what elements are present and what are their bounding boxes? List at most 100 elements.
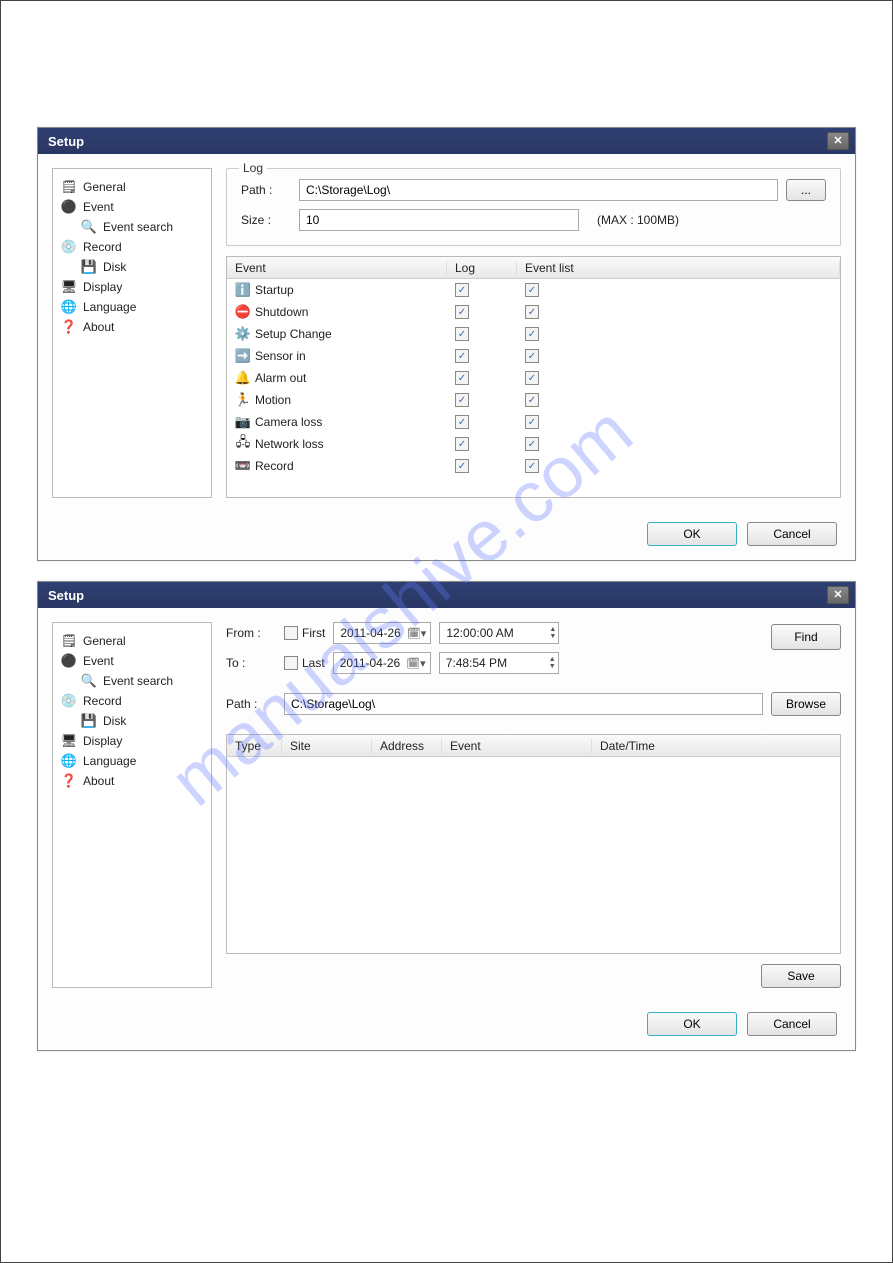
nav-item-event[interactable]: ⚫Event: [59, 651, 205, 671]
path-label: Path :: [226, 697, 276, 711]
about-icon: ❓: [61, 773, 77, 789]
eventlist-checkbox[interactable]: ✓: [525, 393, 539, 407]
log-checkbox[interactable]: ✓: [455, 393, 469, 407]
last-label: Last: [302, 656, 325, 670]
eventlist-checkbox[interactable]: ✓: [525, 349, 539, 363]
log-checkbox[interactable]: ✓: [455, 283, 469, 297]
log-checkbox[interactable]: ✓: [455, 349, 469, 363]
close-button[interactable]: ✕: [827, 132, 849, 150]
save-button[interactable]: Save: [761, 964, 841, 988]
window-title: Setup: [48, 134, 84, 149]
nav-item-display[interactable]: 🖥 Display: [59, 731, 205, 751]
event-name: Sensor in: [255, 349, 306, 363]
record-icon: 📼: [235, 458, 251, 474]
col-type[interactable]: Type: [227, 739, 282, 753]
browse-button[interactable]: Browse: [771, 692, 841, 716]
log-checkbox[interactable]: ✓: [455, 459, 469, 473]
log-checkbox[interactable]: ✓: [455, 327, 469, 341]
to-time-value: 7:48:54 PM: [446, 656, 543, 670]
event-icon: ⚫: [61, 199, 77, 215]
nav-item-language[interactable]: 🌐Language: [59, 751, 205, 771]
event-row-network-loss: 🖧Network loss✓✓: [227, 433, 840, 455]
calendar-icon: 🗓▾: [407, 627, 427, 640]
nav-item-general[interactable]: 🗒General: [59, 631, 205, 651]
event-name: Shutdown: [255, 305, 308, 319]
event-row-sensor-in: ➡️Sensor in✓✓: [227, 345, 840, 367]
cancel-button[interactable]: Cancel: [747, 1012, 837, 1036]
nav-tree: 🗒 General ⚫Event🔍Event search💿Record💾Disk🖥…: [52, 168, 212, 498]
nav-item-about[interactable]: ❓About: [59, 317, 205, 337]
log-legend: Log: [239, 161, 267, 175]
event-table-header: Event Log Event list: [227, 257, 840, 279]
general-icon: 🗒: [61, 179, 77, 195]
path-input[interactable]: [284, 693, 763, 715]
nav-label: Record: [83, 240, 122, 254]
shutdown-icon: ⛔: [235, 304, 251, 320]
nav-item-about[interactable]: ❓About: [59, 771, 205, 791]
nav-label: Display: [83, 280, 122, 294]
first-checkbox[interactable]: First: [284, 626, 325, 640]
find-button[interactable]: Find: [771, 624, 841, 650]
event-row-camera-loss: 📷Camera loss✓✓: [227, 411, 840, 433]
to-date-picker[interactable]: 2011-04-26 🗓▾: [333, 652, 431, 674]
nav-label: General: [83, 634, 126, 648]
nav-item-disk[interactable]: 💾Disk: [59, 257, 205, 277]
nav-item-display[interactable]: 🖥Display: [59, 277, 205, 297]
nav-label: Language: [83, 300, 136, 314]
close-button[interactable]: ✕: [827, 586, 849, 604]
log-checkbox[interactable]: ✓: [455, 437, 469, 451]
ok-button[interactable]: OK: [647, 1012, 737, 1036]
to-time-spinner[interactable]: 7:48:54 PM ▲▼: [439, 652, 559, 674]
nav-item-event-search[interactable]: 🔍Event search: [59, 671, 205, 691]
log-checkbox[interactable]: ✓: [455, 415, 469, 429]
col-log[interactable]: Log: [447, 261, 517, 275]
nav-label: Display: [83, 734, 122, 748]
nav-item-record[interactable]: 💿Record: [59, 691, 205, 711]
from-time-spinner[interactable]: 12:00:00 AM ▲▼: [439, 622, 559, 644]
eventlist-checkbox[interactable]: ✓: [525, 327, 539, 341]
size-note: (MAX : 100MB): [597, 213, 679, 227]
eventlist-checkbox[interactable]: ✓: [525, 415, 539, 429]
setup-window-event: Setup ✕ 🗒General⚫Event🔍Event search💿Reco…: [37, 127, 856, 561]
nav-item-event-search[interactable]: 🔍Event search: [59, 217, 205, 237]
nav-label: Event search: [103, 220, 173, 234]
size-input[interactable]: [299, 209, 579, 231]
event-name: Camera loss: [255, 415, 322, 429]
spinner-arrows-icon: ▲▼: [549, 656, 556, 670]
display-icon: 🖥: [61, 733, 77, 749]
eventlist-checkbox[interactable]: ✓: [525, 371, 539, 385]
nav-item-language[interactable]: 🌐Language: [59, 297, 205, 317]
from-date-value: 2011-04-26: [340, 626, 401, 640]
path-input[interactable]: [299, 179, 778, 201]
log-checkbox[interactable]: ✓: [455, 371, 469, 385]
col-site[interactable]: Site: [282, 739, 372, 753]
network-loss-icon: 🖧: [235, 436, 251, 452]
event-name: Setup Change: [255, 327, 332, 341]
nav-label: General: [83, 180, 126, 194]
eventlist-checkbox[interactable]: ✓: [525, 437, 539, 451]
col-datetime[interactable]: Date/Time: [592, 739, 840, 753]
motion-icon: 🏃: [235, 392, 251, 408]
nav-item-general[interactable]: 🗒 General: [59, 177, 205, 197]
nav-item-record[interactable]: 💿Record: [59, 237, 205, 257]
event-table: Event Log Event list ℹ️Startup✓✓⛔Shutdow…: [226, 256, 841, 498]
col-eventlist[interactable]: Event list: [517, 261, 840, 275]
from-label: From :: [226, 626, 276, 640]
ok-button[interactable]: OK: [647, 522, 737, 546]
eventlist-checkbox[interactable]: ✓: [525, 283, 539, 297]
eventlist-checkbox[interactable]: ✓: [525, 305, 539, 319]
col-event[interactable]: Event: [442, 739, 592, 753]
nav-label: Language: [83, 754, 136, 768]
cancel-button[interactable]: Cancel: [747, 522, 837, 546]
col-address[interactable]: Address: [372, 739, 442, 753]
about-icon: ❓: [61, 319, 77, 335]
browse-button[interactable]: ...: [786, 179, 826, 201]
eventlist-checkbox[interactable]: ✓: [525, 459, 539, 473]
from-date-picker[interactable]: 2011-04-26 🗓▾: [333, 622, 431, 644]
last-checkbox[interactable]: Last: [284, 656, 325, 670]
log-checkbox[interactable]: ✓: [455, 305, 469, 319]
col-event[interactable]: Event: [227, 261, 447, 275]
nav-item-disk[interactable]: 💾Disk: [59, 711, 205, 731]
event-row-alarm-out: 🔔Alarm out✓✓: [227, 367, 840, 389]
nav-item-event[interactable]: ⚫Event: [59, 197, 205, 217]
